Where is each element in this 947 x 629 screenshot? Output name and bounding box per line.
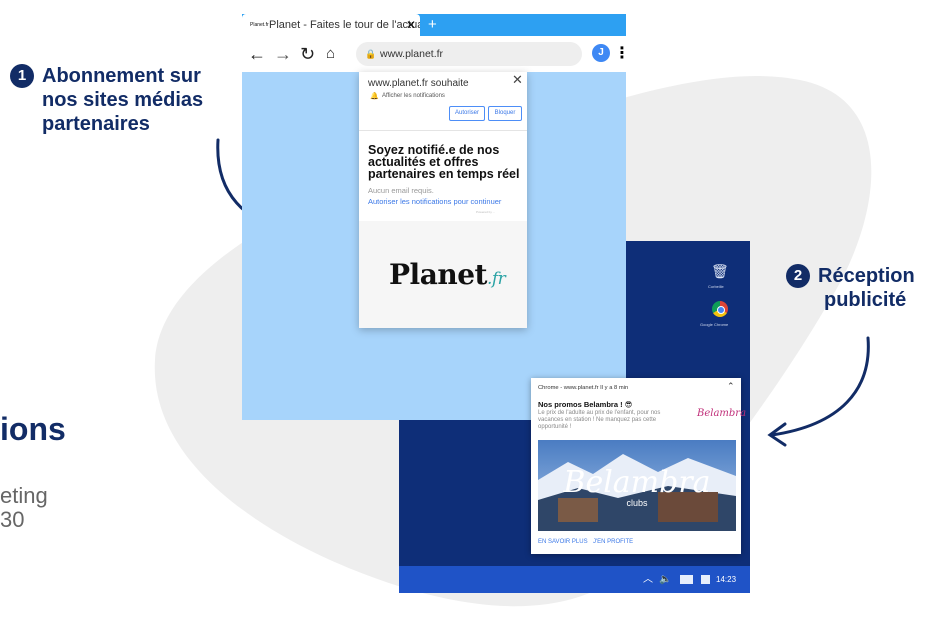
toast-title: Nos promos Belambra ! 😎: [538, 400, 633, 409]
profile-avatar[interactable]: J: [592, 44, 610, 62]
permission-close-icon[interactable]: ✕: [512, 72, 523, 88]
monitor-icon[interactable]: [680, 575, 693, 584]
planet-logo-suffix: .fr: [486, 269, 506, 289]
chrome-label: Google Chrome: [700, 322, 729, 327]
lock-icon: 🔒: [365, 49, 377, 59]
toast-body: Le prix de l'adulte au prix de l'enfant,…: [538, 410, 661, 430]
arrow-to-toast: [767, 336, 870, 447]
tab-planet[interactable]: Planet.fr Planet - Faites le tour de l'a…: [242, 14, 420, 36]
reload-icon[interactable]: ↻: [300, 36, 315, 72]
home-icon[interactable]: ⌂: [326, 36, 335, 72]
forward-arrow-icon[interactable]: →: [274, 36, 292, 72]
learn-more-button[interactable]: EN SAVOIR PLUS: [538, 539, 588, 545]
partial-subtext-line-2: 30: [0, 507, 25, 532]
partial-subtext-line-1: eting: [0, 483, 48, 508]
powered-by-text: Powered by ...: [476, 210, 496, 214]
browser-window: Planet.fr Planet - Faites le tour de l'a…: [242, 14, 630, 420]
belambra-promo-image: Belambra clubs: [538, 440, 736, 531]
permission-site: www.planet.fr souhaite: [368, 78, 469, 89]
get-offer-button[interactable]: J'EN PROFITE: [593, 539, 633, 545]
taskbar: ︿ 🔈 14:23: [399, 566, 750, 593]
notification-permission-card: www.planet.fr souhaite ✕ 🔔 Afficher les …: [359, 72, 527, 328]
planet-logo-text: Planet: [389, 258, 487, 291]
menu-dots-icon[interactable]: ⋮: [614, 36, 630, 72]
chrome-icon-center: [717, 306, 725, 314]
tab-close-icon[interactable]: ✕: [406, 14, 416, 36]
chevron-up-icon[interactable]: ⌃: [727, 381, 735, 392]
promo-image-title: Belambra: [562, 465, 710, 500]
address-bar[interactable]: 🔒 www.planet.fr: [356, 42, 582, 66]
permission-label: Afficher les notifications: [382, 93, 445, 99]
message-icon[interactable]: [701, 575, 710, 584]
card-subtitle: Aucun email requis.: [368, 186, 434, 195]
enable-notifications-link[interactable]: Autoriser les notifications pour continu…: [368, 197, 501, 206]
speaker-icon[interactable]: 🔈: [659, 566, 671, 593]
divider: [359, 130, 527, 131]
partial-heading: ions: [0, 411, 66, 447]
belambra-logo: Belambra: [697, 408, 747, 419]
clock[interactable]: 14:23: [716, 566, 736, 593]
new-tab-button[interactable]: +: [428, 14, 437, 36]
card-title: Soyez notifié.e de nos actualités et off…: [368, 143, 520, 181]
address-url: www.planet.fr: [380, 48, 444, 60]
partial-subtext: eting 30: [0, 484, 48, 532]
planet-logo: Planet.fr: [389, 258, 506, 291]
tab-bar: Planet.fr Planet - Faites le tour de l'a…: [242, 14, 626, 36]
promo-image-subtitle: clubs: [626, 498, 648, 508]
block-button[interactable]: Bloquer: [488, 106, 522, 121]
back-arrow-icon[interactable]: ←: [248, 36, 266, 72]
bell-icon: 🔔: [370, 93, 379, 100]
chrome-toast-notification[interactable]: Chrome - www.planet.fr Il y a 8 min ⌃ No…: [531, 378, 746, 554]
allow-button[interactable]: Autoriser: [449, 106, 485, 121]
tab-title: Planet - Faites le tour de l'actualit...: [269, 19, 420, 31]
tab-favicon-icon: Planet.fr: [250, 22, 269, 28]
toast-header: Chrome - www.planet.fr Il y a 8 min: [538, 385, 629, 391]
browser-toolbar: ← → ↻ ⌂ 🔒 www.planet.fr J ⋮: [242, 36, 630, 72]
tray-chevron-up-icon[interactable]: ︿: [643, 566, 653, 593]
recycle-bin-label: Corbeille: [708, 284, 724, 289]
chrome-icon[interactable]: [712, 301, 728, 317]
recycle-bin-icon[interactable]: 🗑: [711, 263, 729, 280]
